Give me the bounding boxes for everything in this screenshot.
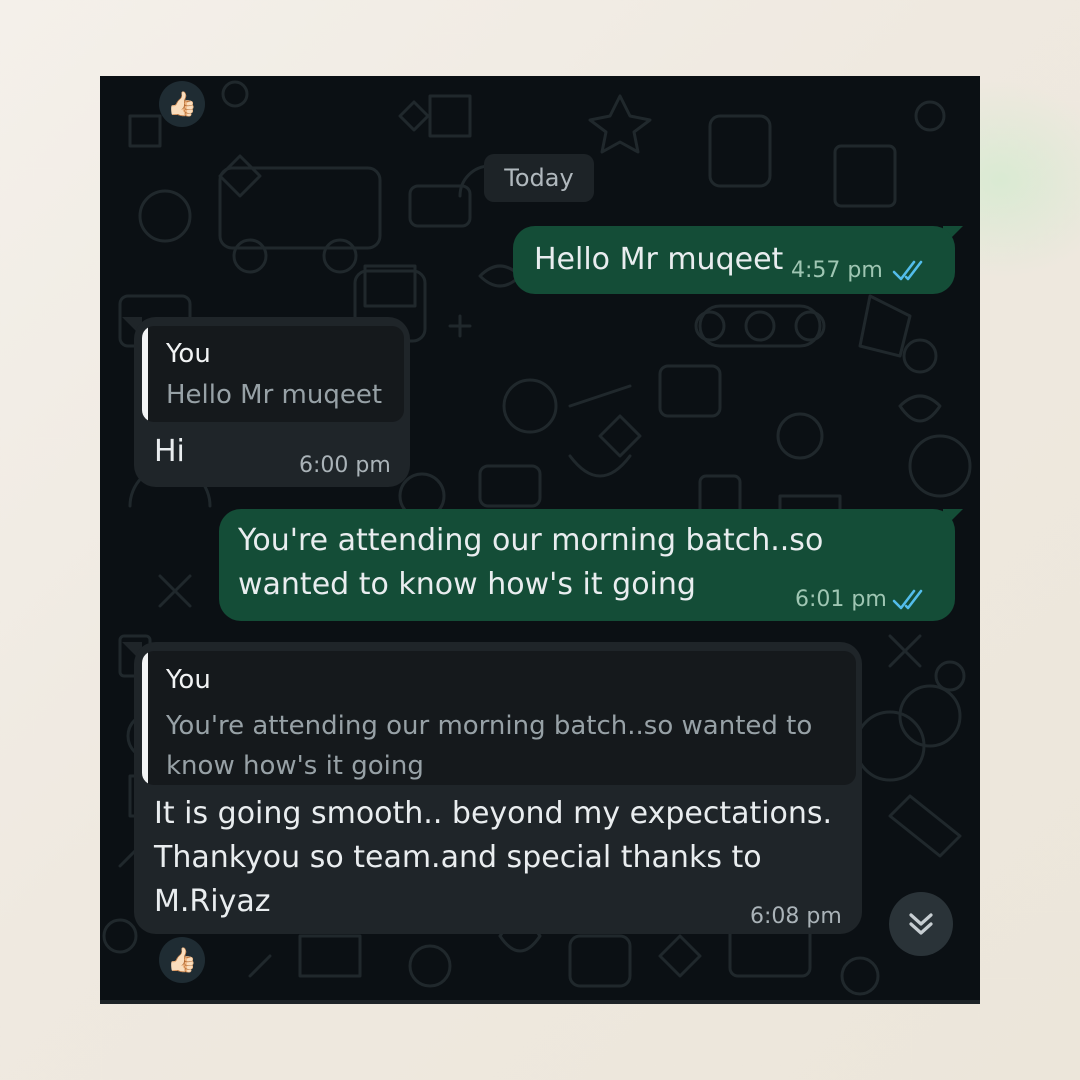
message-time: 6:00 pm	[299, 453, 391, 478]
message-bubble-incoming[interactable]: You Hello Mr muqeet Hi 6:00 pm	[134, 317, 410, 487]
double-chevron-down-icon	[909, 913, 933, 935]
message-time: 4:57 pm	[791, 258, 883, 283]
date-separator: Today	[484, 154, 594, 202]
quote-accent-bar	[142, 651, 148, 785]
message-time: 6:01 pm	[795, 587, 887, 612]
thumbs-up-icon: 👍🏻	[167, 946, 197, 974]
message-text: Hi	[154, 434, 185, 469]
quote-author: You	[166, 339, 211, 369]
quote-accent-bar	[142, 326, 148, 422]
double-check-icon	[892, 260, 923, 281]
message-text: You're attending our morning batch..so w…	[238, 523, 824, 602]
quote-text: You're attending our morning batch..so w…	[166, 711, 813, 781]
message-bubble-outgoing[interactable]: You're attending our morning batch..so w…	[219, 509, 955, 621]
message-text: Hello Mr muqeet	[534, 242, 784, 277]
message-bubble-incoming[interactable]: You You're attending our morning batch..…	[134, 642, 862, 934]
quote-text: Hello Mr muqeet	[166, 380, 383, 410]
thumbs-up-icon: 👍🏻	[167, 90, 197, 118]
quote-author: You	[166, 665, 211, 695]
message-text: It is going smooth.. beyond my expectati…	[154, 796, 833, 919]
double-check-icon	[892, 589, 923, 610]
chat-screen[interactable]: 👍🏻 Today Hello Mr muqeet 4:57 pm You Hel…	[100, 76, 980, 1004]
reply-quote[interactable]: You You're attending our morning batch..…	[142, 651, 856, 785]
bottom-divider	[100, 1000, 980, 1004]
message-bubble-outgoing[interactable]: Hello Mr muqeet 4:57 pm	[513, 226, 955, 294]
thumbs-up-reaction[interactable]: 👍🏻	[159, 81, 205, 127]
thumbs-up-reaction[interactable]: 👍🏻	[159, 937, 205, 983]
reply-quote[interactable]: You Hello Mr muqeet	[142, 326, 404, 422]
message-time: 6:08 pm	[750, 904, 842, 929]
scroll-to-bottom-button[interactable]	[889, 892, 953, 956]
